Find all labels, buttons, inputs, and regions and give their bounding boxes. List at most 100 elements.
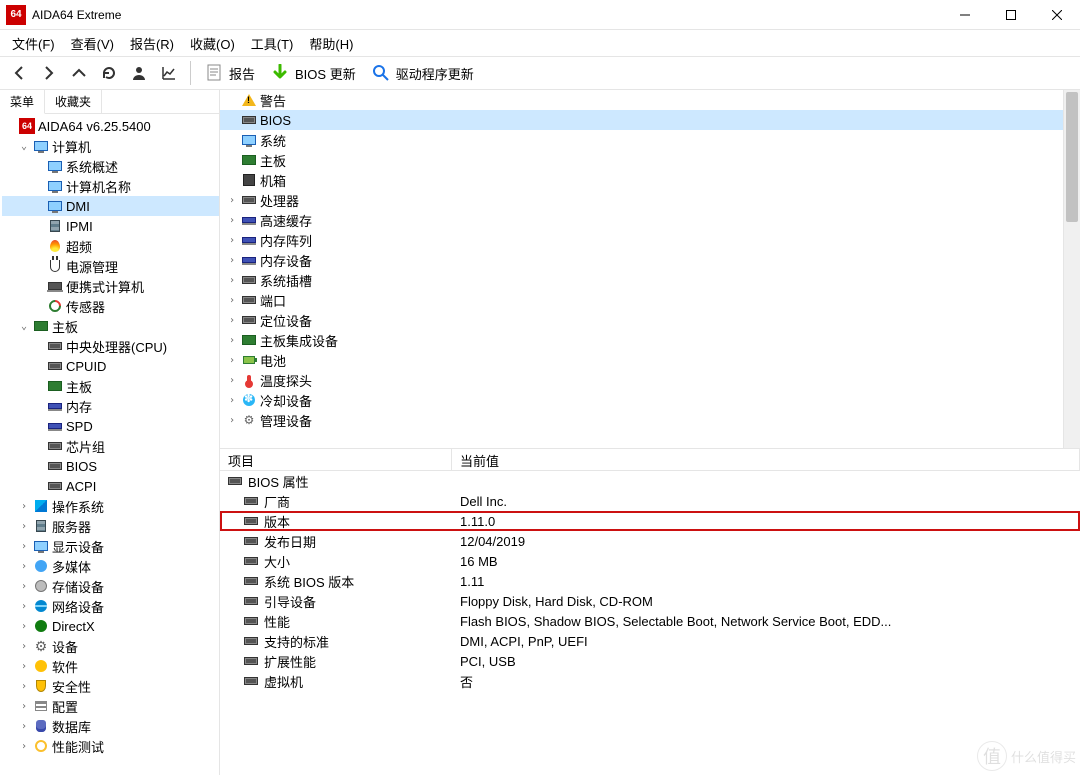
tree-item[interactable]: 计算机名称 <box>2 176 219 196</box>
tree-item[interactable]: ›操作系统 <box>2 496 219 516</box>
twisty-icon[interactable]: › <box>16 661 32 672</box>
tree-item[interactable]: ›多媒体 <box>2 556 219 576</box>
tree-item[interactable]: 主板 <box>2 376 219 396</box>
detail-row[interactable]: 版本1.11.0 <box>220 511 1080 531</box>
tree-item[interactable]: IPMI <box>2 216 219 236</box>
list-item[interactable]: ›温度探头 <box>220 370 1080 390</box>
menu-item[interactable]: 文件(F) <box>6 32 61 55</box>
twisty-icon[interactable]: ⌄ <box>16 141 32 152</box>
twisty-icon[interactable]: › <box>224 215 240 226</box>
list-item[interactable]: ›冷却设备 <box>220 390 1080 410</box>
tree-item[interactable]: ›配置 <box>2 696 219 716</box>
tree-item[interactable]: SPD <box>2 416 219 436</box>
list-item[interactable]: ›内存设备 <box>220 250 1080 270</box>
tree-item[interactable]: ›数据库 <box>2 716 219 736</box>
user-button[interactable] <box>124 58 154 88</box>
list-item[interactable]: ›⚙管理设备 <box>220 410 1080 430</box>
tree-item[interactable]: 传感器 <box>2 296 219 316</box>
twisty-icon[interactable]: › <box>16 621 32 632</box>
twisty-icon[interactable]: ⌄ <box>16 321 32 332</box>
tree-item[interactable]: 64AIDA64 v6.25.5400 <box>2 116 219 136</box>
twisty-icon[interactable]: › <box>16 561 32 572</box>
tab-menu[interactable]: 菜单 <box>0 90 45 114</box>
list-item[interactable]: 系统 <box>220 130 1080 150</box>
tree-item[interactable]: 系统概述 <box>2 156 219 176</box>
twisty-icon[interactable]: › <box>224 195 240 206</box>
col-item[interactable]: 项目 <box>220 449 452 470</box>
tree-item[interactable]: 电源管理 <box>2 256 219 276</box>
nav-up-button[interactable] <box>64 58 94 88</box>
scrollbar-vertical[interactable] <box>1063 90 1080 448</box>
detail-row[interactable]: 支持的标准DMI, ACPI, PnP, UEFI <box>220 631 1080 651</box>
tree-item[interactable]: ›DirectX <box>2 616 219 636</box>
detail-row[interactable]: 扩展性能PCI, USB <box>220 651 1080 671</box>
list-item[interactable]: 警告 <box>220 90 1080 110</box>
list-item[interactable]: ›处理器 <box>220 190 1080 210</box>
bios-update-button[interactable]: BIOS 更新 <box>263 58 364 88</box>
list-item[interactable]: 主板 <box>220 150 1080 170</box>
report-button[interactable]: 报告 <box>197 58 263 88</box>
tree-item[interactable]: ›安全性 <box>2 676 219 696</box>
details-rows[interactable]: BIOS 属性厂商Dell Inc.版本1.11.0发布日期12/04/2019… <box>220 471 1080 775</box>
refresh-button[interactable] <box>94 58 124 88</box>
tree-item[interactable]: ›服务器 <box>2 516 219 536</box>
twisty-icon[interactable]: › <box>224 255 240 266</box>
list-item[interactable]: ›主板集成设备 <box>220 330 1080 350</box>
twisty-icon[interactable]: › <box>224 295 240 306</box>
tree-item[interactable]: 内存 <box>2 396 219 416</box>
list-item[interactable]: BIOS <box>220 110 1080 130</box>
twisty-icon[interactable]: › <box>224 415 240 426</box>
twisty-icon[interactable]: › <box>16 681 32 692</box>
twisty-icon[interactable]: › <box>16 601 32 612</box>
menu-item[interactable]: 帮助(H) <box>303 32 359 55</box>
nav-forward-button[interactable] <box>34 58 64 88</box>
chart-button[interactable] <box>154 58 184 88</box>
nav-tree[interactable]: 64AIDA64 v6.25.5400⌄计算机系统概述计算机名称DMIIPMI超… <box>0 114 219 775</box>
tree-item[interactable]: DMI <box>2 196 219 216</box>
tree-item[interactable]: ›⚙设备 <box>2 636 219 656</box>
list-item[interactable]: ›定位设备 <box>220 310 1080 330</box>
tree-item[interactable]: ›软件 <box>2 656 219 676</box>
close-button[interactable] <box>1034 0 1080 30</box>
maximize-button[interactable] <box>988 0 1034 30</box>
list-item[interactable]: ›电池 <box>220 350 1080 370</box>
detail-row[interactable]: 性能Flash BIOS, Shadow BIOS, Selectable Bo… <box>220 611 1080 631</box>
detail-row[interactable]: 厂商Dell Inc. <box>220 491 1080 511</box>
list-item[interactable]: ›端口 <box>220 290 1080 310</box>
twisty-icon[interactable]: › <box>224 315 240 326</box>
twisty-icon[interactable]: › <box>16 581 32 592</box>
menu-item[interactable]: 查看(V) <box>65 32 120 55</box>
tree-item[interactable]: CPUID <box>2 356 219 376</box>
tree-item[interactable]: 超频 <box>2 236 219 256</box>
tree-item[interactable]: 芯片组 <box>2 436 219 456</box>
list-item[interactable]: ›内存阵列 <box>220 230 1080 250</box>
list-item[interactable]: 机箱 <box>220 170 1080 190</box>
twisty-icon[interactable]: › <box>224 275 240 286</box>
tree-item[interactable]: ›网络设备 <box>2 596 219 616</box>
twisty-icon[interactable]: › <box>16 501 32 512</box>
detail-row[interactable]: 发布日期12/04/2019 <box>220 531 1080 551</box>
twisty-icon[interactable]: › <box>224 375 240 386</box>
driver-update-button[interactable]: 驱动程序更新 <box>364 58 482 88</box>
twisty-icon[interactable]: › <box>224 395 240 406</box>
twisty-icon[interactable]: › <box>16 641 32 652</box>
twisty-icon[interactable]: › <box>224 335 240 346</box>
nav-back-button[interactable] <box>4 58 34 88</box>
tree-item[interactable]: 中央处理器(CPU) <box>2 336 219 356</box>
menu-item[interactable]: 报告(R) <box>124 32 180 55</box>
detail-row[interactable]: 大小16 MB <box>220 551 1080 571</box>
twisty-icon[interactable]: › <box>224 355 240 366</box>
tree-item[interactable]: ⌄主板 <box>2 316 219 336</box>
tree-item[interactable]: ›存储设备 <box>2 576 219 596</box>
col-value[interactable]: 当前值 <box>452 449 1080 470</box>
twisty-icon[interactable]: › <box>16 521 32 532</box>
detail-row[interactable]: 虚拟机否 <box>220 671 1080 691</box>
tree-item[interactable]: ›性能测试 <box>2 736 219 756</box>
twisty-icon[interactable]: › <box>16 541 32 552</box>
twisty-icon[interactable]: › <box>16 721 32 732</box>
tree-item[interactable]: 便携式计算机 <box>2 276 219 296</box>
list-item[interactable]: ›高速缓存 <box>220 210 1080 230</box>
tree-item[interactable]: BIOS <box>2 456 219 476</box>
tree-item[interactable]: ACPI <box>2 476 219 496</box>
tree-item[interactable]: ›显示设备 <box>2 536 219 556</box>
